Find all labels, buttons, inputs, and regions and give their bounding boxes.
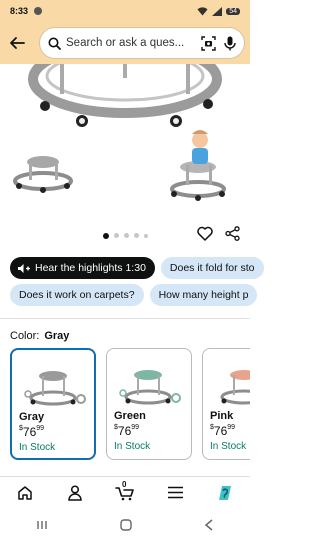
product-actions	[197, 226, 240, 241]
hear-highlights-chip[interactable]: Hear the highlights 1:30	[10, 257, 155, 279]
status-bar: 8:33 54	[0, 0, 250, 22]
camera-search-icon[interactable]	[201, 35, 216, 51]
question-chip[interactable]: Does it work on carpets?	[10, 284, 144, 306]
signal-icon	[212, 6, 223, 16]
carousel-dot[interactable]	[143, 233, 148, 238]
chip-label: Does it work on carpets?	[19, 289, 135, 301]
chip-label: How many height p	[158, 289, 249, 301]
carousel-dot[interactable]	[102, 232, 109, 239]
variant-image	[24, 371, 86, 406]
search-icon	[48, 37, 61, 50]
battery-icon: 54	[226, 7, 240, 15]
variant-stock-status: In Stock	[114, 441, 151, 452]
search-header: Search or ask a ques...	[0, 22, 250, 64]
back-nav-icon[interactable]	[204, 518, 214, 531]
cart-count: 0	[122, 479, 127, 489]
home-icon	[18, 485, 32, 500]
microphone-icon[interactable]	[224, 36, 236, 51]
status-icons: 54	[197, 6, 240, 16]
nav-rufus[interactable]	[210, 478, 240, 508]
menu-icon	[167, 486, 183, 499]
carousel-dot[interactable]	[113, 233, 119, 238]
variant-stock-status: In Stock	[19, 442, 56, 453]
variant-name: Green	[114, 410, 146, 422]
variant-swatch-pink[interactable]: Pink $7699 In Stock	[202, 348, 250, 460]
product-image-carousel[interactable]	[0, 64, 250, 224]
variant-name: Gray	[19, 411, 45, 423]
question-chip[interactable]: Does it fold for sto	[160, 257, 264, 279]
audio-icon	[18, 263, 30, 273]
variant-swatch-gray[interactable]: Gray $7699 In Stock	[10, 348, 96, 460]
back-arrow-icon	[10, 37, 25, 49]
nav-cart[interactable]: 0	[110, 478, 140, 508]
search-input[interactable]: Search or ask a ques...	[40, 28, 244, 58]
variant-price: $7699	[210, 424, 236, 438]
section-divider	[0, 318, 250, 319]
chip-label: Does it fold for sto	[169, 262, 255, 274]
questions-chip-row: Does it work on carpets? How many height…	[10, 284, 258, 306]
back-button[interactable]	[2, 28, 32, 58]
color-label-text: Color:	[10, 330, 40, 342]
account-icon	[68, 484, 82, 501]
rufus-icon	[219, 485, 231, 500]
wifi-icon	[197, 6, 208, 15]
bottom-navigation: 0	[0, 476, 250, 508]
color-selector-label: Color: Gray	[10, 330, 69, 342]
variant-image	[119, 370, 181, 405]
variant-stock-status: In Stock	[210, 441, 247, 452]
nav-menu[interactable]	[160, 478, 190, 508]
chip-label: Hear the highlights 1:30	[35, 262, 146, 274]
search-placeholder: Search or ask a ques...	[66, 37, 185, 49]
heart-icon[interactable]	[197, 226, 213, 241]
product-main-image	[13, 64, 226, 201]
color-variant-list: Gray $7699 In Stock Green $7699 In Stock…	[10, 348, 250, 460]
variant-swatch-green[interactable]: Green $7699 In Stock	[106, 348, 192, 460]
system-navigation-bar	[0, 508, 250, 541]
nav-account[interactable]	[60, 478, 90, 508]
selected-color-name: Gray	[44, 330, 70, 342]
share-icon[interactable]	[225, 226, 240, 241]
highlights-chip-row: Hear the highlights 1:30 Does it fold fo…	[10, 257, 264, 279]
home-button-icon[interactable]	[120, 518, 132, 531]
recent-apps-icon[interactable]	[36, 519, 48, 531]
carousel-dot[interactable]	[133, 233, 139, 238]
variant-price: $7699	[19, 425, 45, 439]
variant-image	[220, 370, 250, 405]
question-chip[interactable]: How many height p	[149, 284, 258, 306]
carousel-dot[interactable]	[123, 233, 129, 238]
variant-price: $7699	[114, 424, 140, 438]
status-time: 8:33	[10, 6, 29, 16]
notification-icon	[34, 7, 43, 15]
variant-name: Pink	[210, 410, 234, 422]
nav-home[interactable]	[10, 478, 40, 508]
